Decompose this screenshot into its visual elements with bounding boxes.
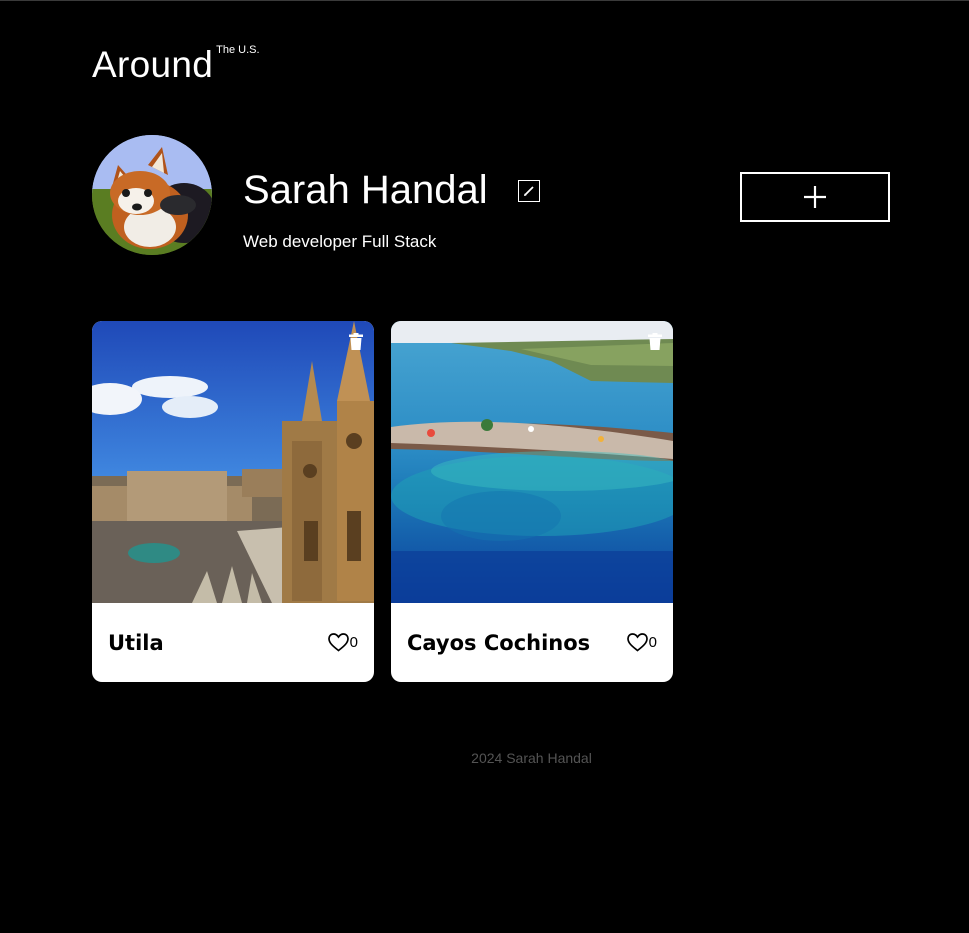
red-panda-avatar-image [92,135,212,255]
like-group: 0 [327,633,358,652]
card-image[interactable] [391,321,673,603]
delete-card-button[interactable] [647,333,663,350]
trash-icon [648,333,662,350]
place-card: Utila 0 [92,321,374,682]
copyright-text: 2024 Sarah Handal [471,750,592,766]
trash-icon [349,333,363,350]
place-card: Cayos Cochinos 0 [391,321,673,682]
logo-superscript: The U.S. [216,44,260,56]
logo-text: Around [92,44,214,85]
card-footer: Utila 0 [92,603,374,682]
like-group: 0 [626,633,657,652]
delete-card-button[interactable] [348,333,364,350]
card-image[interactable] [92,321,374,603]
heart-icon[interactable] [626,633,648,652]
like-count: 0 [349,634,358,651]
card-title: Utila [108,630,164,655]
plus-icon [804,186,826,208]
add-card-button[interactable] [740,172,890,222]
card-title: Cayos Cochinos [407,630,591,655]
card-footer: Cayos Cochinos 0 [391,603,673,682]
edit-profile-button[interactable] [518,180,540,202]
heart-icon[interactable] [327,633,349,652]
profile-name: Sarah Handal [243,168,488,212]
logo: Around The U.S. [92,40,260,90]
avatar[interactable] [92,135,212,255]
profile-about: Web developer Full Stack [243,232,437,251]
top-divider [0,0,969,1]
like-count: 0 [648,634,657,651]
pencil-icon [524,186,534,196]
footer: 2024 Sarah Handal [0,750,969,766]
